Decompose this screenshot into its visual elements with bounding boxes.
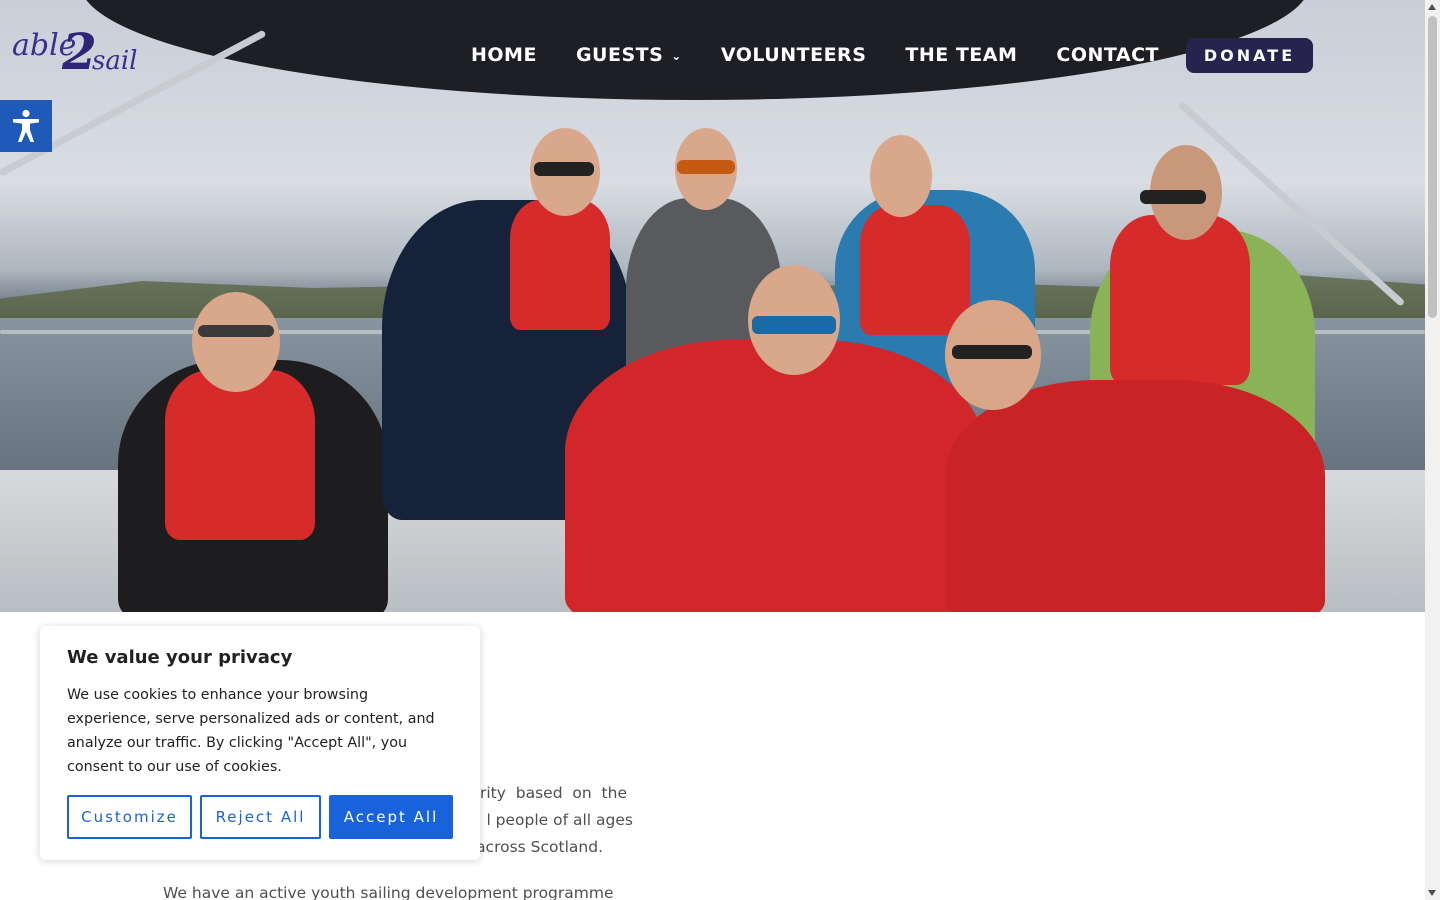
hero-image <box>0 0 1425 612</box>
accessibility-button[interactable] <box>0 100 52 152</box>
scroll-up-arrow-icon[interactable] <box>1428 4 1436 10</box>
nav-contact[interactable]: CONTACT <box>1056 44 1159 66</box>
accessibility-icon <box>13 109 39 142</box>
accept-all-button[interactable]: Accept All <box>329 795 453 839</box>
nav-home-label: HOME <box>471 44 537 66</box>
nav-home[interactable]: HOME <box>471 44 537 66</box>
nav-volunteers[interactable]: VOLUNTEERS <box>721 44 867 66</box>
site-logo[interactable]: able 2 sail <box>12 22 138 84</box>
nav-guests-label: GUESTS <box>575 44 664 66</box>
youth-paragraph: We have an active youth sailing developm… <box>163 884 614 900</box>
scroll-down-arrow-icon[interactable] <box>1428 890 1436 896</box>
nav-contact-label: CONTACT <box>1056 44 1159 66</box>
cookie-buttons: Customize Reject All Accept All <box>67 795 453 839</box>
cookie-title: We value your privacy <box>67 647 293 668</box>
cookie-text: We use cookies to enhance your browsing … <box>67 687 435 775</box>
logo-text-sail: sail <box>92 46 138 76</box>
cookie-consent-banner: We value your privacy We use cookies to … <box>40 626 480 860</box>
page-scrollbar[interactable] <box>1425 0 1440 900</box>
main-navigation: HOME GUESTS ⌄ VOLUNTEERS THE TEAM CONTACT <box>471 38 1198 72</box>
nav-volunteers-label: VOLUNTEERS <box>720 44 867 66</box>
nav-the-team[interactable]: THE TEAM <box>905 44 1017 66</box>
donate-button[interactable]: DONATE <box>1186 38 1313 73</box>
reject-all-button[interactable]: Reject All <box>200 795 321 839</box>
scrollbar-thumb[interactable] <box>1428 16 1437 318</box>
chevron-down-icon: ⌄ <box>671 49 682 63</box>
customize-button[interactable]: Customize <box>67 795 192 839</box>
nav-the-team-label: THE TEAM <box>905 44 1018 66</box>
nav-guests[interactable]: GUESTS ⌄ <box>576 44 682 66</box>
